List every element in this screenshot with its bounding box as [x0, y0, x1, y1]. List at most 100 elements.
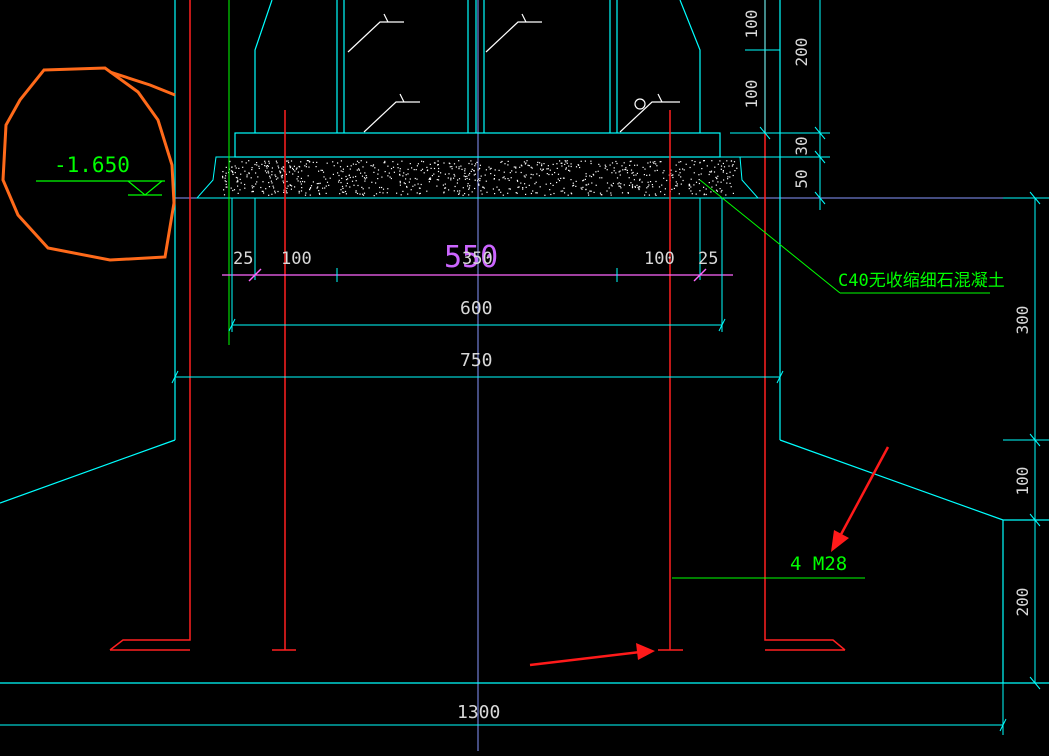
grout-speck	[429, 163, 431, 165]
grout-speck	[482, 186, 484, 188]
grout-speck	[691, 193, 693, 195]
dim-text-right-100-top: 100	[742, 10, 761, 39]
grout-speck	[417, 183, 419, 185]
grout-speck	[338, 174, 340, 177]
grout-speck	[371, 181, 373, 183]
grout-speck	[542, 168, 544, 171]
grout-speck	[426, 166, 428, 168]
grout-speck	[332, 161, 334, 163]
grout-speck	[496, 186, 498, 188]
grout-speck	[536, 173, 538, 175]
grout-speck	[617, 183, 619, 185]
grout-speck	[234, 172, 236, 174]
grout-speck	[421, 160, 423, 162]
bolt-note: 4 M28	[790, 553, 847, 575]
grout-speck	[352, 176, 354, 178]
grout-speck	[390, 177, 392, 180]
grout-speck	[570, 163, 572, 165]
grout-speck	[522, 188, 524, 190]
grout-speck	[471, 191, 473, 193]
grout-speck	[225, 172, 227, 174]
grout-speck	[267, 170, 269, 172]
cad-drawing-canvas[interactable]: -1.650 25 100 550 350 100 25 600 750 130…	[0, 0, 1049, 751]
grout-speck	[283, 169, 285, 171]
grout-speck	[363, 192, 366, 194]
grout-speck	[251, 169, 253, 171]
grout-speck	[225, 175, 227, 177]
grout-speck	[636, 164, 638, 166]
grout-speck	[547, 168, 549, 170]
grout-speck	[507, 192, 509, 194]
grout-speck	[663, 170, 665, 172]
grout-speck	[458, 178, 461, 180]
grout-speck	[522, 187, 524, 189]
grout-note: C40无收缩细石混凝土	[838, 271, 1005, 291]
grout-speck	[375, 182, 377, 184]
grout-speck	[627, 192, 629, 194]
grout-speck	[476, 161, 478, 163]
dim-text-1300: 1300	[457, 702, 500, 723]
grout-speck	[736, 167, 738, 169]
grout-speck	[732, 174, 734, 177]
grout-speck	[290, 160, 293, 162]
grout-speck	[264, 165, 266, 167]
grout-speck	[451, 166, 453, 168]
grout-speck	[365, 175, 367, 177]
grout-speck	[524, 176, 526, 178]
grout-speck	[507, 164, 509, 166]
grout-speck	[222, 171, 224, 173]
grout-speck	[438, 175, 440, 177]
grout-speck	[444, 187, 447, 189]
grout-speck	[258, 165, 260, 167]
grout-speck	[481, 193, 483, 195]
grout-speck	[244, 170, 246, 172]
dim-line-600	[228, 318, 726, 332]
grout-speck	[340, 182, 342, 184]
grout-speck	[448, 189, 450, 191]
grout-speck	[679, 168, 681, 170]
grout-speck	[570, 165, 572, 168]
grout-speck	[300, 177, 302, 179]
grout-speck	[630, 160, 632, 162]
grout-speck	[255, 183, 257, 185]
grout-speck	[377, 178, 379, 180]
grout-speck	[373, 195, 375, 197]
grout-speck	[633, 179, 635, 181]
grout-speck	[731, 165, 733, 167]
grout-speck	[225, 186, 227, 188]
grout-speck	[266, 172, 268, 174]
grout-speck	[530, 177, 532, 179]
grout-speck	[458, 160, 460, 162]
grout-speck	[613, 170, 615, 172]
grout-speck	[726, 172, 728, 175]
grout-speck	[714, 166, 716, 168]
grout-speck	[287, 160, 289, 162]
grout-speck	[723, 166, 726, 168]
grout-speck	[340, 189, 342, 191]
grout-speck	[485, 169, 487, 171]
grout-speck	[464, 176, 466, 178]
grout-speck	[580, 187, 582, 189]
grout-speck	[281, 175, 283, 177]
grout-speck	[678, 174, 680, 176]
grout-speck	[250, 177, 252, 179]
grout-speck	[730, 160, 733, 162]
grout-speck	[355, 180, 357, 182]
grout-speck	[699, 190, 701, 192]
grout-speck	[715, 189, 718, 191]
grout-speck	[680, 183, 682, 185]
grout-speck	[449, 163, 451, 165]
grout-speck	[286, 192, 288, 194]
grout-speck	[647, 186, 649, 188]
grout-speck	[260, 186, 262, 189]
grout-speck	[561, 165, 563, 167]
grout-speck	[264, 160, 266, 162]
grout-speck	[621, 192, 624, 194]
grout-speck	[609, 164, 611, 166]
grout-speck	[342, 168, 344, 170]
dim-text-right-300: 300	[1013, 306, 1032, 335]
grout-speck	[448, 173, 450, 175]
grout-speck	[232, 173, 234, 175]
grout-speck	[575, 180, 577, 182]
grout-speck	[321, 169, 323, 171]
